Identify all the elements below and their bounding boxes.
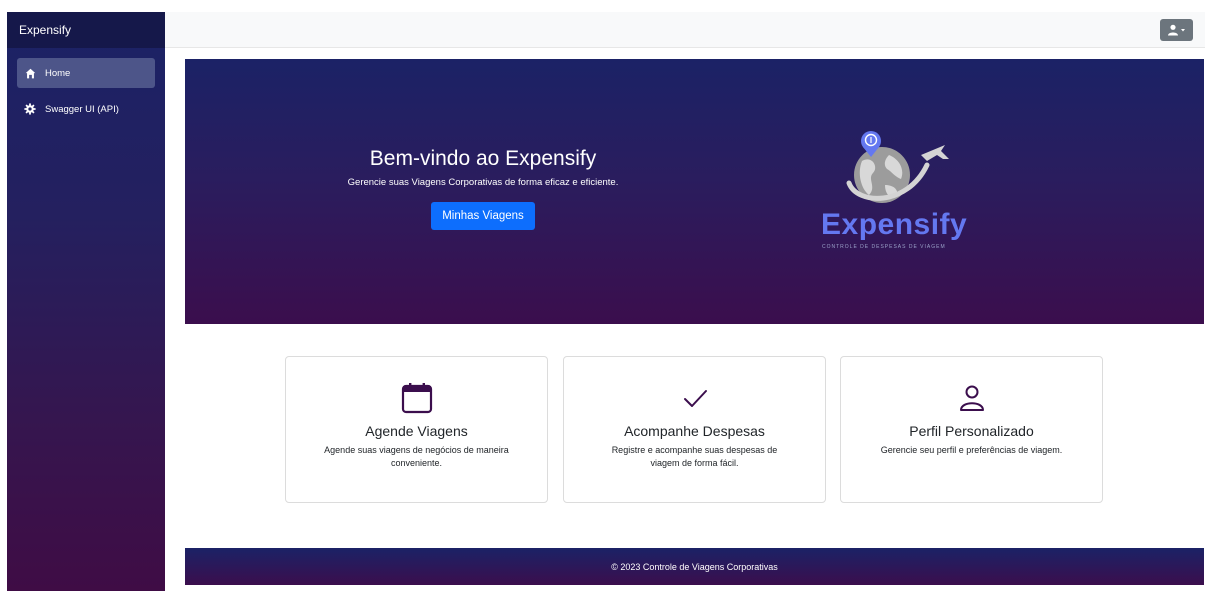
logo-wordmark: Expensify bbox=[821, 208, 968, 241]
home-icon bbox=[24, 67, 36, 79]
card-title: Perfil Personalizado bbox=[909, 423, 1034, 439]
hero-subtitle: Gerencie suas Viagens Corporativas de fo… bbox=[347, 177, 619, 188]
my-trips-button[interactable]: Minhas Viagens bbox=[431, 202, 535, 230]
sidebar-item-label: Swagger UI (API) bbox=[45, 103, 119, 115]
expensify-logo: Expensify CONTROLE DE DESPESAS DE VIAGEM bbox=[817, 125, 987, 255]
sidebar-nav: Home Swagger UI (API) bbox=[7, 48, 165, 140]
sidebar-item-home[interactable]: Home bbox=[17, 58, 155, 88]
check-icon bbox=[564, 382, 825, 414]
card-text: Registre e acompanhe suas despesas de vi… bbox=[611, 445, 778, 468]
calendar-icon bbox=[286, 382, 547, 414]
logo-tagline: CONTROLE DE DESPESAS DE VIAGEM bbox=[822, 244, 946, 250]
card-text: Agende suas viagens de negócios de manei… bbox=[324, 445, 509, 468]
user-menu-button[interactable] bbox=[1160, 19, 1193, 41]
card-title: Agende Viagens bbox=[365, 423, 468, 439]
sidebar-item-swagger[interactable]: Swagger UI (API) bbox=[17, 94, 155, 124]
feature-card-schedule: Agende Viagens Agende suas viagens de ne… bbox=[285, 356, 548, 503]
hero-banner: Bem-vindo ao Expensify Gerencie suas Via… bbox=[185, 59, 1204, 324]
gear-icon bbox=[24, 103, 36, 115]
footer-copyright: © 2023 Controle de Viagens Corporativas bbox=[611, 561, 778, 572]
globe-plane-icon bbox=[846, 131, 949, 203]
sidebar-brand[interactable]: Expensify bbox=[7, 12, 165, 48]
person-icon bbox=[841, 382, 1102, 414]
topbar bbox=[165, 12, 1205, 48]
app-root: Expensify Home Swagger UI (API) Bem-vind… bbox=[0, 0, 1205, 591]
user-icon bbox=[1167, 24, 1185, 36]
feature-card-profile: Perfil Personalizado Gerencie seu perfil… bbox=[840, 356, 1103, 503]
hero-text: Bem-vindo ao Expensify Gerencie suas Via… bbox=[313, 147, 653, 230]
footer: © 2023 Controle de Viagens Corporativas bbox=[185, 548, 1204, 585]
sidebar: Expensify Home Swagger UI (API) bbox=[7, 12, 165, 591]
card-text: Gerencie seu perfil e preferências de vi… bbox=[880, 445, 1063, 455]
hero-title: Bem-vindo ao Expensify bbox=[369, 147, 597, 170]
sidebar-item-label: Home bbox=[45, 67, 71, 79]
feature-card-expenses: Acompanhe Despesas Registre e acompanhe … bbox=[563, 356, 826, 503]
card-title: Acompanhe Despesas bbox=[624, 423, 765, 439]
